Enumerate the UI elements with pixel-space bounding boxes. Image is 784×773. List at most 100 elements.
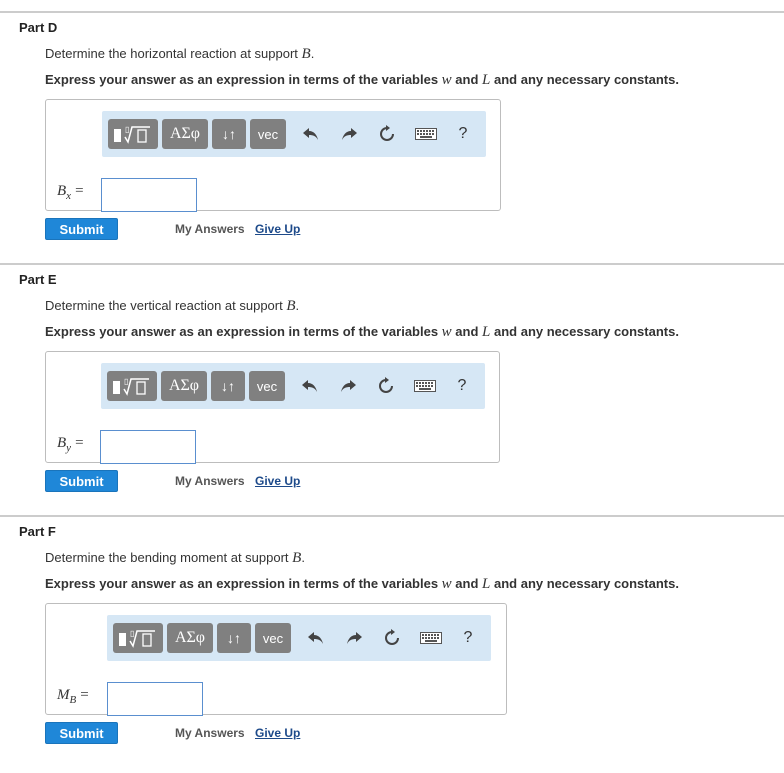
equals-sign: = [75, 183, 84, 199]
part-title: Part F [19, 524, 56, 539]
reset-button[interactable] [381, 627, 403, 649]
answer-variable-label: By = [57, 435, 84, 454]
part-title: Part E [19, 272, 57, 287]
reset-button[interactable] [376, 123, 398, 145]
math-toolbar: ▯ ΑΣφ ↓↑ vec ? [107, 615, 491, 661]
fraction-sqrt-icon: ▯ [119, 629, 155, 648]
keyboard-button[interactable] [419, 627, 443, 649]
instruction-variable-w: w [441, 72, 452, 88]
help-icon: ? [458, 125, 468, 142]
undo-button[interactable] [299, 375, 321, 397]
fraction-sqrt-button[interactable]: ▯ [113, 623, 163, 653]
keyboard-icon [420, 632, 442, 644]
math-toolbar: ▯ ΑΣφ ↓↑ vec ? [102, 111, 486, 157]
vector-button[interactable]: vec [255, 623, 291, 653]
submit-button[interactable]: Submit [45, 218, 118, 240]
prompt-text: Determine the vertical reaction at suppo… [45, 298, 287, 313]
variable-symbol: M [57, 687, 70, 703]
my-answers-link[interactable]: My Answers [175, 222, 245, 236]
my-answers-link[interactable]: My Answers [175, 474, 245, 488]
prompt-variable: B [301, 46, 311, 62]
svg-text:▯: ▯ [125, 125, 129, 134]
reset-icon [380, 125, 394, 141]
question-prompt: Determine the bending moment at support … [45, 550, 305, 566]
answer-box: ▯ ΑΣφ ↓↑ vec ? MB = [45, 603, 507, 716]
fraction-sqrt-button[interactable]: ▯ [108, 119, 158, 149]
subscript-superscript-button[interactable]: ↓↑ [211, 371, 245, 401]
undo-icon [302, 380, 317, 392]
instruction-tail: and any necessary constants. [490, 576, 679, 591]
instruction-variable-w: w [441, 576, 452, 592]
answer-input[interactable] [100, 430, 196, 464]
section-divider [0, 263, 784, 265]
instruction-variable-w: w [441, 324, 452, 340]
prompt-variable: B [292, 550, 302, 566]
section-divider [0, 11, 784, 13]
undo-button[interactable] [300, 123, 322, 145]
reset-button[interactable] [375, 375, 397, 397]
subscript-superscript-button[interactable]: ↓↑ [217, 623, 251, 653]
keyboard-button[interactable] [413, 375, 437, 397]
redo-button[interactable] [338, 123, 360, 145]
give-up-link[interactable]: Give Up [255, 726, 300, 740]
subscript-superscript-button[interactable]: ↓↑ [212, 119, 246, 149]
answer-instruction: Express your answer as an expression in … [45, 324, 679, 341]
prompt-text: Determine the bending moment at support [45, 550, 293, 565]
undo-button[interactable] [305, 627, 327, 649]
variable-subscript: B [69, 694, 77, 706]
undo-icon [308, 632, 323, 644]
answer-instruction: Express your answer as an expression in … [45, 576, 679, 593]
submit-button[interactable]: Submit [45, 470, 118, 492]
equals-sign: = [75, 435, 84, 451]
vector-button[interactable]: vec [249, 371, 285, 401]
vector-button[interactable]: vec [250, 119, 286, 149]
math-toolbar: ▯ ΑΣφ ↓↑ vec ? [101, 363, 485, 409]
help-button[interactable]: ? [451, 375, 473, 397]
instruction-tail: and any necessary constants. [490, 72, 679, 87]
redo-icon [342, 128, 357, 140]
help-button[interactable]: ? [452, 123, 474, 145]
part-e-section: Part E Determine the vertical reaction a… [0, 263, 784, 513]
help-button[interactable]: ? [457, 627, 479, 649]
answer-instruction: Express your answer as an expression in … [45, 72, 679, 89]
part-title: Part D [19, 20, 58, 35]
variable-symbol: B [57, 183, 67, 199]
section-divider [0, 515, 784, 517]
variable-subscript: x [66, 190, 72, 202]
submit-button[interactable]: Submit [45, 722, 118, 744]
instruction-text: Express your answer as an expression in … [45, 324, 442, 339]
give-up-link[interactable]: Give Up [255, 474, 300, 488]
undo-icon [303, 128, 318, 140]
answer-input[interactable] [101, 178, 197, 212]
keyboard-icon [415, 128, 437, 140]
variable-subscript: y [66, 442, 72, 454]
answer-variable-label: Bx = [57, 183, 84, 202]
instruction-and: and [451, 324, 483, 339]
greek-symbols-button[interactable]: ΑΣφ [161, 371, 207, 401]
reset-icon [379, 377, 393, 393]
instruction-text: Express your answer as an expression in … [45, 576, 442, 591]
greek-symbols-button[interactable]: ΑΣφ [167, 623, 213, 653]
redo-icon [347, 632, 362, 644]
my-answers-link[interactable]: My Answers [175, 726, 245, 740]
answer-input[interactable] [107, 682, 203, 716]
answer-box: ▯ ΑΣφ ↓↑ vec ? Bx = [45, 99, 501, 212]
keyboard-button[interactable] [414, 123, 438, 145]
svg-text:▯: ▯ [130, 629, 134, 638]
question-prompt: Determine the vertical reaction at suppo… [45, 298, 300, 314]
keyboard-icon [414, 380, 436, 392]
part-f-section: Part F Determine the bending moment at s… [0, 515, 784, 770]
fraction-sqrt-button[interactable]: ▯ [107, 371, 157, 401]
redo-icon [341, 380, 356, 392]
variable-symbol: B [57, 435, 67, 451]
greek-symbols-button[interactable]: ΑΣφ [162, 119, 208, 149]
instruction-tail: and any necessary constants. [490, 324, 679, 339]
answer-variable-label: MB = [57, 687, 89, 706]
give-up-link[interactable]: Give Up [255, 222, 300, 236]
redo-button[interactable] [343, 627, 365, 649]
answer-box: ▯ ΑΣφ ↓↑ vec ? By = [45, 351, 500, 464]
question-prompt: Determine the horizontal reaction at sup… [45, 46, 315, 62]
fraction-sqrt-icon: ▯ [113, 377, 149, 396]
fraction-sqrt-icon: ▯ [114, 125, 150, 144]
redo-button[interactable] [337, 375, 359, 397]
